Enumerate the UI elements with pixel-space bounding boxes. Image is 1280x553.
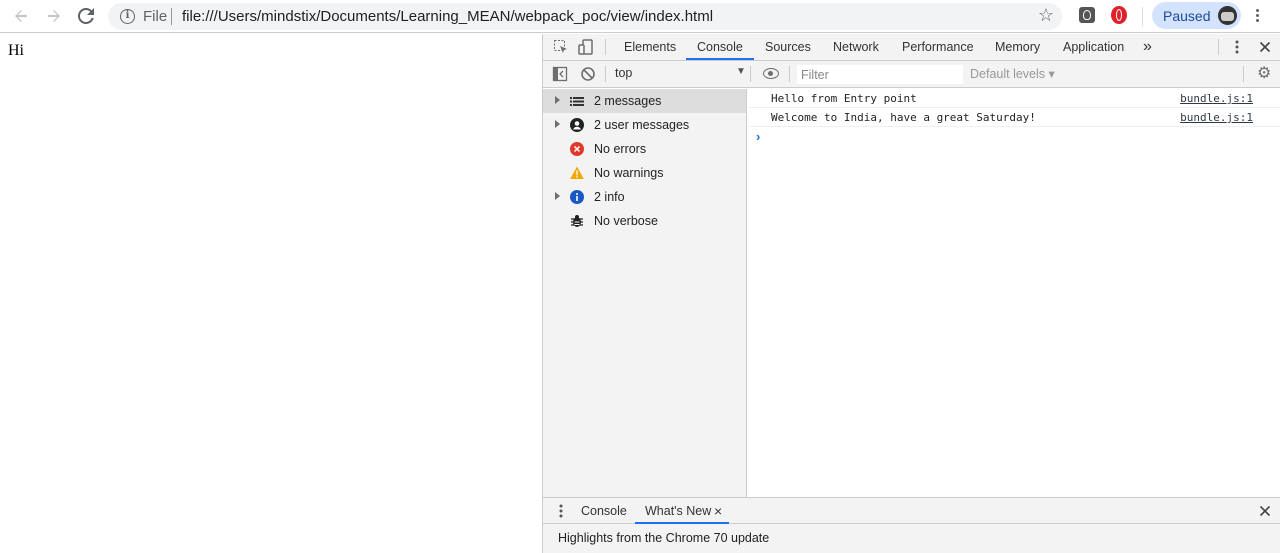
log-levels-dropdown[interactable]: Default levels ▾ <box>970 66 1055 81</box>
profile-status-label: Paused <box>1163 8 1211 24</box>
bookmark-star-icon[interactable]: ☆ <box>1038 5 1054 26</box>
device-toolbar-icon[interactable] <box>578 39 594 55</box>
browser-toolbar: i File file:///Users/mindstix/Documents/… <box>0 0 1280 33</box>
more-tabs-chevron-icon[interactable]: » <box>1143 34 1152 61</box>
tab-performance[interactable]: Performance <box>902 34 974 61</box>
page-info-icon[interactable]: i <box>120 9 135 24</box>
console-message-text: Hello from Entry point <box>771 92 917 105</box>
console-message-text: Welcome to India, have a great Saturday! <box>771 111 1036 124</box>
profile-button[interactable]: Paused <box>1152 2 1241 29</box>
source-link[interactable]: bundle.js:1 <box>1180 92 1253 105</box>
drawer-tab-console[interactable]: Console <box>581 498 627 524</box>
toggle-sidebar-icon[interactable] <box>552 66 568 82</box>
console-message-row: Welcome to India, have a great Saturday!… <box>748 108 1280 127</box>
whats-new-headline[interactable]: Highlights from the Chrome 70 update <box>558 531 769 545</box>
expand-arrow-icon[interactable] <box>555 120 560 128</box>
tab-network[interactable]: Network <box>833 34 879 61</box>
context-selector[interactable]: top <box>615 66 632 80</box>
sidebar-item-label: No errors <box>594 142 647 156</box>
error-icon <box>570 142 584 156</box>
tab-console[interactable]: Console <box>697 34 743 61</box>
console-toolbar: top ▼ Default levels ▾ ⚙ <box>543 61 1280 88</box>
browser-menu-icon[interactable] <box>1250 7 1266 25</box>
filter-input[interactable] <box>797 65 963 84</box>
sidebar-item-warnings[interactable]: No warnings <box>543 161 746 185</box>
expand-arrow-icon[interactable] <box>555 96 560 104</box>
tab-memory[interactable]: Memory <box>995 34 1040 61</box>
inspect-element-icon[interactable] <box>553 39 569 55</box>
sidebar-item-label: 2 user messages <box>594 118 690 132</box>
chevron-down-icon[interactable]: ▼ <box>736 66 746 77</box>
console-messages-area[interactable]: Hello from Entry point bundle.js:1 Welco… <box>748 89 1280 497</box>
console-message-row: Hello from Entry point bundle.js:1 <box>748 89 1280 108</box>
close-tab-icon[interactable]: × <box>714 498 722 524</box>
drawer-tab-bar: Console What's New × <box>543 497 1280 524</box>
sidebar-item-verbose[interactable]: No verbose <box>543 209 746 233</box>
drawer-menu-icon[interactable] <box>553 503 569 519</box>
devtools-menu-icon[interactable] <box>1229 39 1245 55</box>
user-icon <box>570 118 584 132</box>
sidebar-item-messages[interactable]: 2 messages <box>543 89 746 113</box>
clear-console-icon[interactable] <box>580 66 596 82</box>
tab-elements[interactable]: Elements <box>624 34 676 61</box>
devtools-panel: Elements Console Sources Network Perform… <box>542 34 1280 553</box>
sidebar-item-user-messages[interactable]: 2 user messages <box>543 113 746 137</box>
toolbar-divider <box>789 66 790 82</box>
page-body-text: Hi <box>8 42 24 59</box>
active-tab-indicator <box>686 58 754 60</box>
back-arrow-icon[interactable] <box>9 5 33 27</box>
list-icon <box>570 94 584 108</box>
sidebar-item-label: No verbose <box>594 214 658 228</box>
file-scheme-label: File <box>143 8 168 25</box>
warning-icon <box>570 166 584 180</box>
source-link[interactable]: bundle.js:1 <box>1180 111 1253 124</box>
opera-extension-icon[interactable] <box>1111 6 1127 24</box>
drawer-tab-whats-new[interactable]: What's New <box>645 498 711 524</box>
extension-icon[interactable] <box>1079 7 1095 23</box>
tab-sources[interactable]: Sources <box>765 34 811 61</box>
omnibox-divider <box>171 8 172 25</box>
toolbar-divider <box>750 66 751 82</box>
forward-arrow-icon[interactable] <box>42 5 66 27</box>
reload-icon[interactable] <box>74 5 98 27</box>
url-text[interactable]: file:///Users/mindstix/Documents/Learnin… <box>182 8 713 25</box>
close-drawer-icon[interactable] <box>1257 503 1273 519</box>
sidebar-item-info[interactable]: 2 info <box>543 185 746 209</box>
info-icon <box>570 190 584 204</box>
toolbar-divider <box>1142 7 1143 26</box>
console-prompt-icon[interactable]: › <box>756 129 760 144</box>
live-expression-eye-icon[interactable] <box>763 68 779 79</box>
tab-application[interactable]: Application <box>1063 34 1124 61</box>
toolbar-divider <box>605 66 606 82</box>
tab-divider <box>605 39 606 55</box>
close-devtools-icon[interactable] <box>1257 39 1273 55</box>
sidebar-item-errors[interactable]: No errors <box>543 137 746 161</box>
expand-arrow-icon[interactable] <box>555 192 560 200</box>
console-sidebar: 2 messages 2 user messages No errors No … <box>543 89 747 497</box>
bug-icon <box>570 214 584 228</box>
devtools-tab-bar: Elements Console Sources Network Perform… <box>543 34 1280 61</box>
console-settings-gear-icon[interactable]: ⚙ <box>1257 66 1271 82</box>
sidebar-item-label: No warnings <box>594 166 664 180</box>
sidebar-item-label: 2 info <box>594 190 625 204</box>
whats-new-panel: Highlights from the Chrome 70 update <box>543 524 1280 553</box>
address-bar[interactable]: i File file:///Users/mindstix/Documents/… <box>108 3 1062 30</box>
avatar <box>1218 6 1237 25</box>
page-viewport: Hi <box>0 34 542 553</box>
toolbar-divider <box>1243 66 1244 82</box>
tab-divider <box>1218 39 1219 55</box>
sidebar-item-label: 2 messages <box>594 94 662 108</box>
